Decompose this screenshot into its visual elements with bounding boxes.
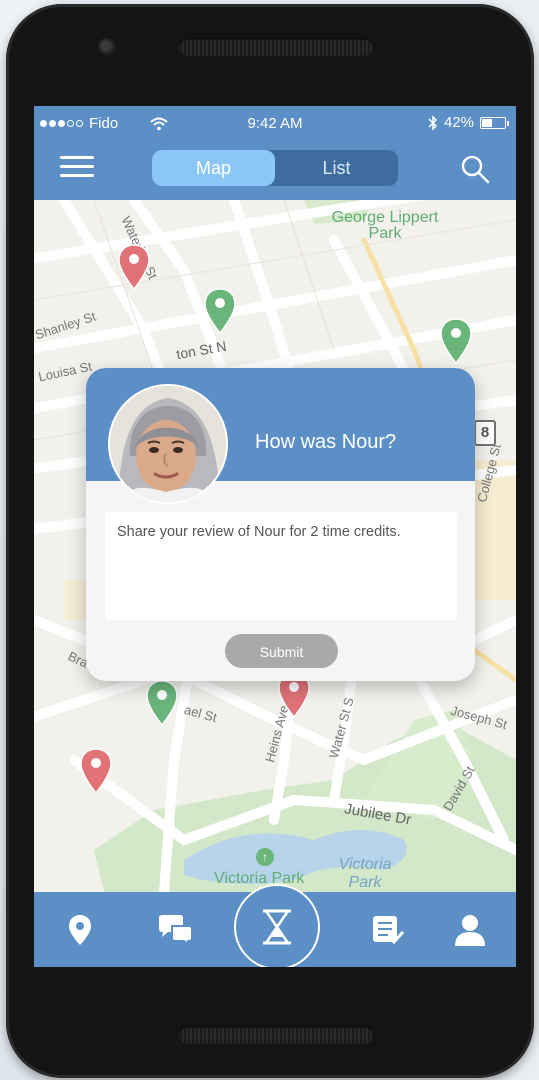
status-bar: Fido 9:42 AM 42% [34, 106, 516, 140]
top-nav-bar: Map List [34, 140, 516, 200]
review-modal: How was Nour? Submit [86, 368, 475, 681]
review-input[interactable] [105, 512, 457, 620]
bottom-tab-bar [34, 884, 516, 967]
search-icon[interactable] [460, 154, 490, 184]
chat-icon[interactable] [156, 912, 196, 948]
app-screen: Fido 9:42 AM 42% Map List George Lippert… [34, 106, 516, 967]
review-list-icon[interactable] [370, 912, 406, 948]
earpiece-speaker [178, 38, 374, 56]
hourglass-icon [263, 909, 291, 945]
tab-list[interactable]: List [275, 150, 398, 186]
menu-icon[interactable] [60, 156, 94, 182]
bottom-speaker [178, 1026, 374, 1044]
view-toggle: Map List [152, 150, 398, 186]
tab-map[interactable]: Map [152, 150, 275, 186]
avatar [108, 384, 228, 504]
profile-icon[interactable] [452, 912, 488, 948]
bluetooth-icon [428, 114, 438, 131]
battery-icon [480, 116, 509, 129]
map-marker-icon[interactable] [62, 912, 98, 948]
modal-title: How was Nour? [255, 431, 397, 453]
submit-button[interactable]: Submit [225, 634, 338, 668]
avatar-photo [110, 386, 226, 502]
hourglass-button[interactable] [234, 884, 320, 967]
front-camera [98, 38, 116, 56]
battery-percent: 42% [443, 114, 474, 131]
